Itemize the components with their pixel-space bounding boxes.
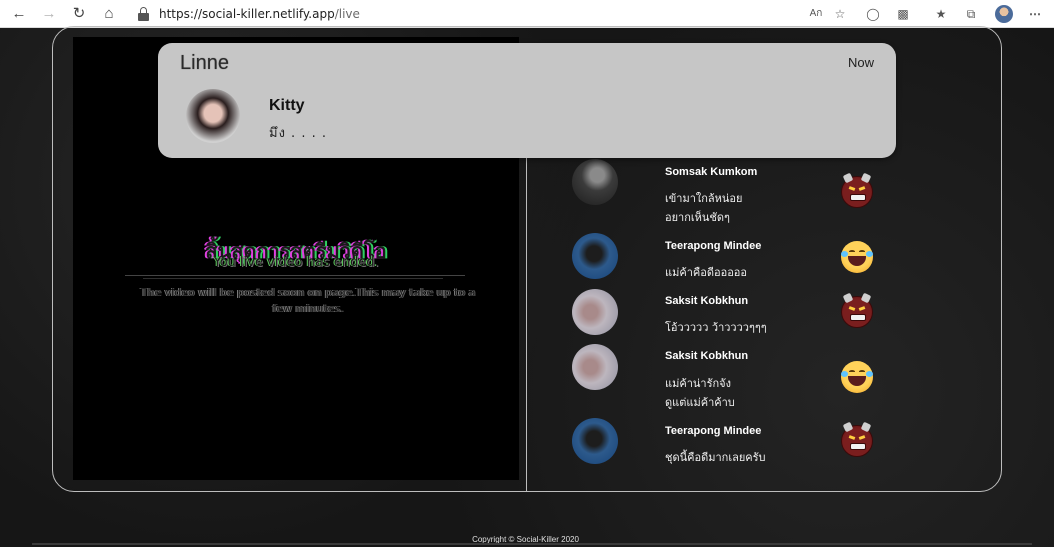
address-bar[interactable]: https://social-killer.netlify.app/live [128, 3, 855, 25]
lock-icon[interactable] [138, 7, 149, 21]
browser-toolbar: ← → ↻ ⌂ https://social-killer.netlify.ap… [0, 0, 1054, 28]
commenter-name: Teerapong Mindee [665, 425, 762, 437]
home-icon[interactable]: ⌂ [100, 5, 118, 23]
message-notification[interactable]: Linne Now Kitty มึง . . . . [158, 43, 896, 158]
url-text[interactable]: https://social-killer.netlify.app/live [159, 7, 360, 21]
commenter-avatar[interactable] [572, 289, 618, 335]
comment-text: ชุดนี้คือดีมากเลยครับ [665, 451, 766, 464]
url-path: /live [334, 7, 360, 21]
comment-text: แม่ค้าคือดีอออออ [665, 266, 748, 279]
more-menu-icon[interactable]: ⋯ [1027, 6, 1043, 22]
url-domain: https://social-killer.netlify.app [159, 7, 335, 21]
comment-text: เข้ามาใกล้หน่อย [665, 192, 743, 205]
angry-devil-emoji-icon [841, 172, 873, 208]
angry-devil-emoji-icon [841, 421, 873, 457]
glitch-line [125, 275, 465, 276]
reload-icon[interactable]: ↻ [70, 5, 88, 23]
sender-avatar [186, 89, 240, 143]
extension-icon[interactable]: ◯ [865, 6, 881, 22]
glitch-line [143, 278, 443, 279]
notification-sender: Kitty [269, 97, 305, 114]
favorites-icon[interactable]: ★ [933, 6, 949, 22]
forward-arrow-icon[interactable]: → [40, 5, 58, 23]
commenter-name: Saksit Kobkhun [665, 350, 749, 362]
comment-text: อยากเห็นชัดๆ [665, 211, 730, 224]
laughing-tears-emoji-icon [841, 361, 873, 393]
stream-ended-subtext: The video will be posted soon on page.Th… [140, 286, 476, 315]
commenter-avatar[interactable] [572, 344, 618, 390]
notification-message: มึง . . . . [269, 126, 327, 141]
laughing-tears-emoji-icon [841, 241, 873, 273]
tab-actions-icon[interactable]: ⧉ [963, 6, 979, 22]
comment-text: ดูแต่แม่ค้าค้าบ [665, 396, 735, 409]
read-aloud-icon[interactable]: Aก [808, 6, 824, 22]
stream-ended-message: You live video has ended. [213, 255, 379, 270]
commenter-name: Teerapong Mindee [665, 240, 762, 252]
star-plus-icon[interactable]: ☆ [832, 6, 848, 22]
angry-devil-emoji-icon [841, 292, 873, 328]
collections-icon[interactable]: ▩ [895, 6, 911, 22]
commenter-avatar[interactable] [572, 159, 618, 205]
panel-divider [526, 127, 527, 492]
horizontal-scrollbar[interactable] [32, 543, 1032, 545]
comment-text: แม่ค้าน่ารักจัง [665, 377, 731, 390]
notification-app-name: Linne [180, 52, 229, 74]
notification-time: Now [847, 55, 874, 70]
commenter-name: Saksit Kobkhun [665, 295, 749, 307]
comment-text: โอ้ววววว ว้าววววๆๆๆ [665, 321, 767, 334]
commenter-avatar[interactable] [572, 233, 618, 279]
back-arrow-icon[interactable]: ← [10, 5, 28, 23]
commenter-name: Somsak Kumkom [665, 166, 758, 178]
profile-avatar[interactable] [995, 5, 1013, 23]
commenter-avatar[interactable] [572, 418, 618, 464]
